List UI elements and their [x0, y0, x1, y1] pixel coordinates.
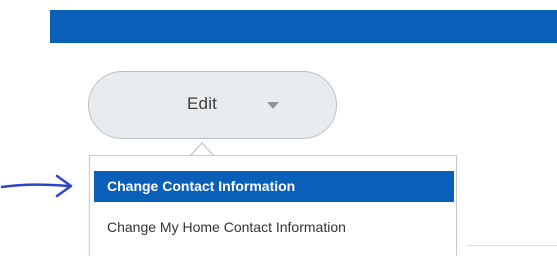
chevron-down-icon — [267, 102, 279, 109]
menu-item-change-contact-information[interactable]: Change Contact Information — [94, 171, 454, 202]
edit-button[interactable]: Edit — [88, 71, 337, 139]
edit-dropdown-menu: Change Contact Information Change My Hom… — [89, 155, 457, 256]
top-bar — [50, 10, 557, 43]
edit-button-label: Edit — [187, 94, 218, 113]
hand-drawn-arrow-icon — [0, 174, 73, 198]
content-divider — [466, 245, 557, 246]
menu-item-change-my-home-contact-information[interactable]: Change My Home Contact Information — [94, 212, 454, 243]
